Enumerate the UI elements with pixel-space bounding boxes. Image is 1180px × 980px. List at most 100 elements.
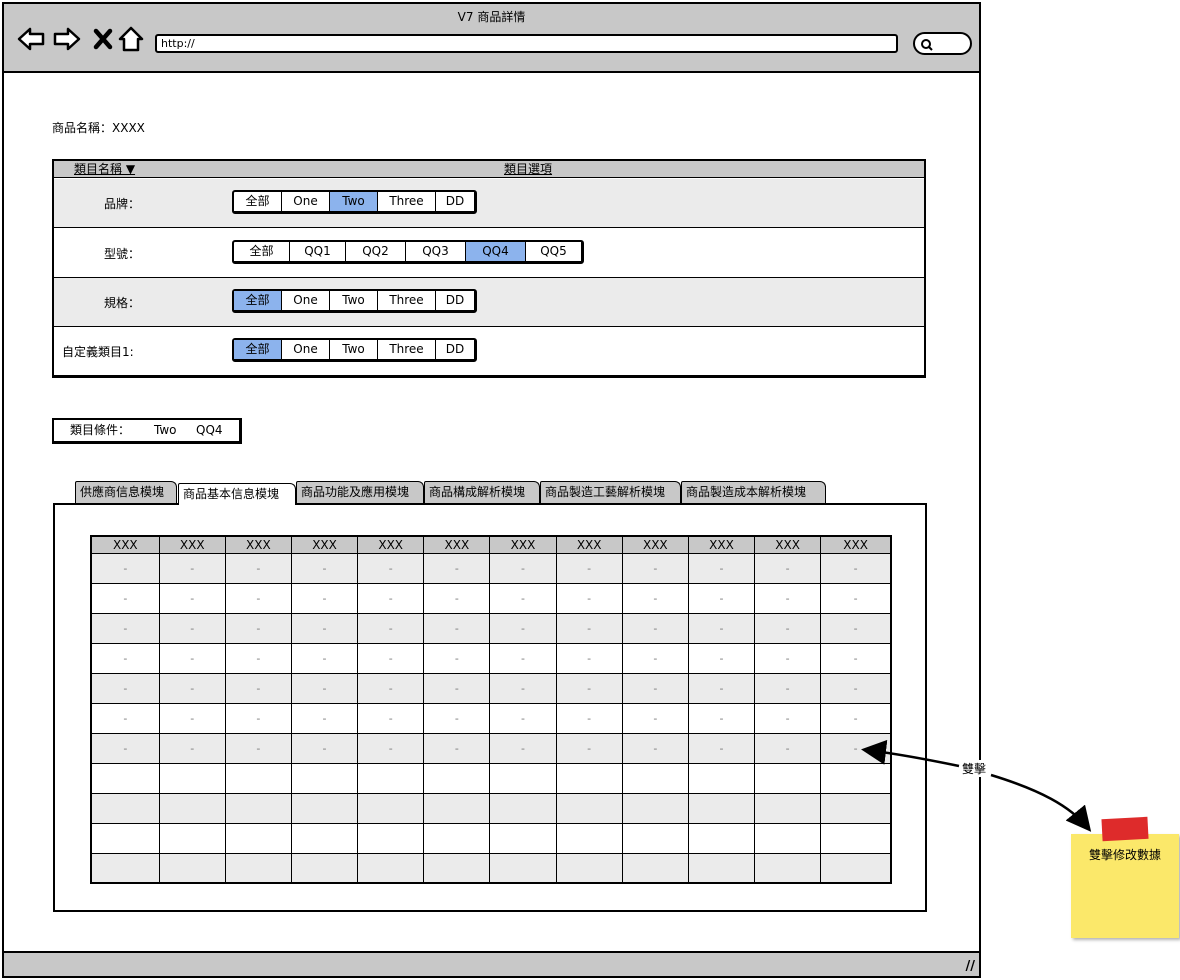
option-button[interactable]: One [282,192,330,211]
table-cell[interactable] [357,792,425,824]
table-cell[interactable] [290,762,359,794]
table-cell[interactable]: - [224,552,292,584]
table-cell[interactable]: - [158,642,226,674]
table-cell[interactable]: - [687,612,756,644]
tab-process-analysis[interactable]: 商品製造工藝解析模塊 [540,481,681,503]
option-button-selected[interactable]: QQ4 [466,242,526,261]
table-cell[interactable] [621,762,689,794]
table-cell[interactable]: - [621,612,689,644]
table-cell[interactable]: - [820,552,892,584]
table-cell[interactable]: - [555,672,623,704]
table-cell[interactable]: - [357,702,425,734]
option-button[interactable]: QQ5 [526,242,581,261]
option-button[interactable]: One [282,340,330,359]
table-cell[interactable]: - [90,582,160,614]
table-cell[interactable]: - [357,672,425,704]
table-cell[interactable]: - [290,642,359,674]
table-cell[interactable]: - [423,672,491,704]
table-cell[interactable] [90,792,160,824]
table-cell[interactable] [290,852,359,884]
table-cell[interactable] [158,852,226,884]
tab-composition-analysis[interactable]: 商品構成解析模塊 [424,481,540,503]
table-cell[interactable]: - [290,582,359,614]
table-cell[interactable] [555,822,623,854]
table-cell[interactable]: - [90,732,160,764]
table-cell[interactable]: - [687,552,756,584]
table-cell[interactable] [158,762,226,794]
column-header[interactable]: XXX [224,535,292,554]
table-cell[interactable]: - [423,642,491,674]
table-cell[interactable] [158,822,226,854]
table-cell[interactable] [357,822,425,854]
table-cell[interactable]: - [687,642,756,674]
table-cell[interactable]: - [687,582,756,614]
option-button[interactable]: Two [330,291,378,310]
table-cell[interactable]: - [158,702,226,734]
table-cell[interactable]: - [754,672,822,704]
table-cell[interactable] [621,822,689,854]
option-button[interactable]: 全部 [234,242,290,261]
table-cell[interactable]: - [423,732,491,764]
back-arrow-icon[interactable] [16,24,46,54]
table-cell[interactable]: - [90,612,160,644]
option-button-selected[interactable]: 全部 [234,291,282,310]
table-cell[interactable]: - [158,612,226,644]
table-cell[interactable]: - [290,702,359,734]
table-cell[interactable] [423,792,491,824]
table-cell[interactable]: - [224,582,292,614]
table-cell[interactable] [754,762,822,794]
table-cell[interactable] [90,852,160,884]
option-button[interactable]: Three [378,291,436,310]
table-cell[interactable]: - [224,612,292,644]
table-cell[interactable] [423,852,491,884]
table-cell[interactable]: - [90,702,160,734]
option-button[interactable]: QQ1 [290,242,346,261]
option-button[interactable]: Three [378,192,436,211]
column-header[interactable]: XXX [820,535,892,554]
table-cell[interactable]: - [555,732,623,764]
table-cell[interactable]: - [555,702,623,734]
table-cell[interactable]: - [820,642,892,674]
table-cell[interactable] [820,852,892,884]
option-button[interactable]: DD [436,291,474,310]
table-cell[interactable] [754,792,822,824]
table-cell[interactable]: - [489,552,557,584]
table-cell[interactable] [555,792,623,824]
table-cell[interactable] [290,822,359,854]
option-button-selected[interactable]: 全部 [234,340,282,359]
table-cell[interactable]: - [754,552,822,584]
table-cell[interactable]: - [158,672,226,704]
table-cell[interactable]: - [555,552,623,584]
home-icon[interactable] [116,24,146,54]
table-cell[interactable]: - [621,702,689,734]
table-cell[interactable]: - [489,672,557,704]
tab-cost-analysis[interactable]: 商品製造成本解析模塊 [681,481,826,503]
table-cell[interactable]: - [555,642,623,674]
column-header[interactable]: XXX [158,535,226,554]
column-header[interactable]: XXX [90,535,160,554]
table-cell[interactable]: - [357,732,425,764]
table-cell[interactable]: - [820,702,892,734]
table-cell[interactable] [754,852,822,884]
table-cell[interactable] [687,822,756,854]
option-button[interactable]: QQ2 [346,242,406,261]
table-cell[interactable]: - [820,672,892,704]
table-cell[interactable] [357,762,425,794]
table-cell[interactable]: - [754,642,822,674]
option-button[interactable]: QQ3 [406,242,466,261]
table-cell[interactable]: - [555,582,623,614]
table-cell[interactable]: - [489,732,557,764]
table-cell[interactable]: - [357,612,425,644]
table-cell[interactable] [489,762,557,794]
table-cell[interactable] [357,852,425,884]
table-cell[interactable]: - [754,702,822,734]
table-cell[interactable]: - [290,732,359,764]
table-cell[interactable]: - [820,612,892,644]
table-cell[interactable]: - [90,672,160,704]
table-cell[interactable]: - [158,552,226,584]
table-cell[interactable]: - [290,672,359,704]
table-cell[interactable] [224,822,292,854]
table-cell[interactable]: - [621,642,689,674]
table-cell[interactable] [489,792,557,824]
forward-arrow-icon[interactable] [52,24,82,54]
